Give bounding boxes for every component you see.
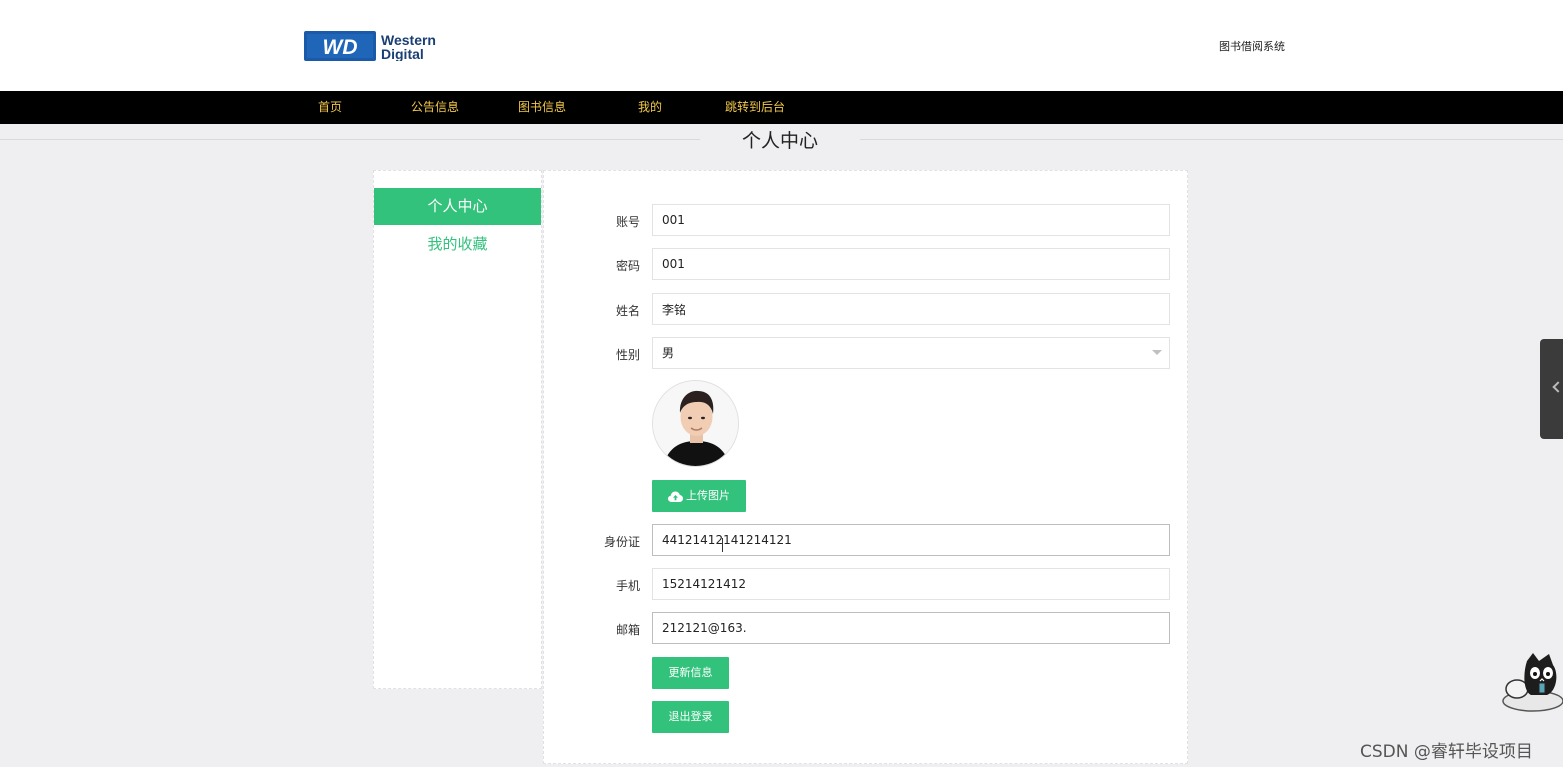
upload-image-button[interactable]: 上传图片 xyxy=(652,480,746,512)
name-label: 姓名 xyxy=(615,304,640,318)
gender-selected-value: 男 xyxy=(662,346,675,360)
sidebar-item-favorites[interactable]: 我的收藏 xyxy=(374,226,541,263)
account-input[interactable] xyxy=(652,204,1170,236)
western-digital-logo[interactable]: WD Western Digital xyxy=(304,31,464,61)
password-label: 密码 xyxy=(615,259,640,273)
profile-sidebar: 个人中心 我的收藏 xyxy=(373,170,542,689)
nav-item-admin[interactable]: 跳转到后台 xyxy=(725,91,785,124)
logo-mark-text: WD xyxy=(323,36,358,59)
sidebar-item-profile[interactable]: 个人中心 xyxy=(374,188,541,225)
id-card-input[interactable] xyxy=(652,524,1170,556)
cloud-upload-icon xyxy=(668,491,683,502)
phone-input[interactable] xyxy=(652,568,1170,600)
nav-item-notices[interactable]: 公告信息 xyxy=(411,91,459,124)
text-cursor-icon xyxy=(721,538,725,552)
email-label: 邮箱 xyxy=(615,623,640,637)
main-navbar: 首页 公告信息 图书信息 我的 跳转到后台 xyxy=(0,91,1563,124)
update-info-button[interactable]: 更新信息 xyxy=(652,657,729,689)
avatar-portrait-image xyxy=(653,381,738,466)
email-input[interactable] xyxy=(652,612,1170,644)
mascot-cat-image xyxy=(1502,653,1563,712)
nav-item-mine[interactable]: 我的 xyxy=(638,91,662,124)
chevron-down-icon xyxy=(1152,350,1162,355)
site-header: WD Western Digital 图书借阅系统 xyxy=(0,0,1563,91)
chevron-left-icon xyxy=(1552,381,1563,393)
account-label: 账号 xyxy=(615,215,640,229)
id-card-label: 身份证 xyxy=(603,535,640,549)
avatar xyxy=(652,380,739,467)
nav-item-home[interactable]: 首页 xyxy=(318,91,342,124)
gender-label: 性别 xyxy=(615,348,640,362)
phone-label: 手机 xyxy=(615,579,640,593)
logout-button[interactable]: 退出登录 xyxy=(652,701,729,733)
upload-button-label: 上传图片 xyxy=(686,489,730,502)
logo-line2-text: Digital xyxy=(381,46,424,61)
gender-select[interactable]: 男 xyxy=(652,337,1170,369)
name-input[interactable] xyxy=(652,293,1170,325)
password-input[interactable] xyxy=(652,248,1170,280)
nav-item-books[interactable]: 图书信息 xyxy=(518,91,566,124)
csdn-watermark: CSDN @睿轩毕设项目 xyxy=(1360,742,1533,762)
site-name: 图书借阅系统 xyxy=(1219,40,1285,53)
floating-side-tab[interactable] xyxy=(1540,339,1563,439)
page-title: 个人中心 xyxy=(700,128,860,154)
